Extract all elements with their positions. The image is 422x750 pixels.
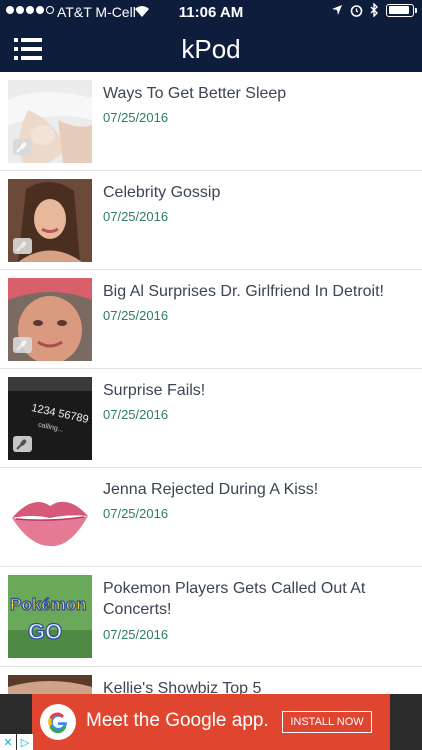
episode-date: 07/25/2016 <box>103 627 169 642</box>
episode-title: Pokemon Players Gets Called Out At Conce… <box>103 580 366 618</box>
episode-date: 07/25/2016 <box>103 506 169 521</box>
top-bar: AT&T M-Cell 11:06 AM kPod <box>0 0 422 72</box>
status-bar: AT&T M-Cell 11:06 AM <box>0 0 422 24</box>
episode-title: Kellie's Showbiz Top 5 <box>103 680 262 694</box>
ad-banner: Meet the Google app. INSTALL NOW ✕ ▷ <box>0 694 422 750</box>
google-logo-icon <box>40 704 76 740</box>
list-item[interactable]: Kellie's Showbiz Top 5 <box>0 667 422 694</box>
alarm-clock-icon <box>350 4 363 17</box>
list-item[interactable]: Celebrity Gossip 07/25/2016 <box>0 171 422 270</box>
ad-headline: Meet the Google app. <box>86 710 269 731</box>
episode-title: Ways To Get Better Sleep <box>103 85 287 102</box>
install-now-button[interactable]: INSTALL NOW <box>282 711 372 733</box>
episode-thumbnail <box>8 476 92 559</box>
audio-badge-icon <box>13 139 32 155</box>
episode-thumbnail <box>8 675 92 694</box>
episode-thumbnail <box>8 179 92 262</box>
episode-title: Celebrity Gossip <box>103 184 221 201</box>
list-item[interactable]: 1234 56789 calling... Surprise Fails! 07… <box>0 369 422 468</box>
game-logo-top-text: Pokémon <box>10 595 87 614</box>
game-logo-bottom-text: GO <box>28 619 62 644</box>
list-item[interactable]: Ways To Get Better Sleep 07/25/2016 <box>0 72 422 171</box>
install-button-label: INSTALL NOW <box>290 716 364 728</box>
episode-title: Big Al Surprises Dr. Girlfriend In Detro… <box>103 283 384 300</box>
episode-thumbnail <box>8 80 92 163</box>
episode-date: 07/25/2016 <box>103 110 169 125</box>
bluetooth-icon <box>370 3 378 17</box>
battery-icon <box>386 3 417 17</box>
ad-content[interactable]: Meet the Google app. INSTALL NOW <box>32 694 390 750</box>
location-arrow-icon <box>332 5 342 15</box>
audio-badge-icon <box>13 436 32 452</box>
ad-close-icon[interactable]: ✕ <box>0 734 16 750</box>
app-title: kPod <box>181 34 241 64</box>
episode-thumbnail <box>8 278 92 361</box>
ad-choices-icon[interactable]: ▷ <box>17 734 33 750</box>
list-item[interactable]: Big Al Surprises Dr. Girlfriend In Detro… <box>0 270 422 369</box>
episode-title: Surprise Fails! <box>103 382 206 399</box>
episode-title: Jenna Rejected During A Kiss! <box>103 481 319 498</box>
episode-thumbnail: 1234 56789 calling... <box>8 377 92 460</box>
episode-thumbnail: Pokémon GO <box>8 575 92 658</box>
list-item[interactable]: Jenna Rejected During A Kiss! 07/25/2016 <box>0 468 422 567</box>
episode-date: 07/25/2016 <box>103 209 169 224</box>
episode-date: 07/25/2016 <box>103 407 169 422</box>
episode-list[interactable]: Ways To Get Better Sleep 07/25/2016 Cele… <box>0 72 422 694</box>
episode-date: 07/25/2016 <box>103 308 169 323</box>
audio-badge-icon <box>13 238 32 254</box>
list-item[interactable]: Pokémon GO Pokemon Players Gets Called O… <box>0 567 422 667</box>
audio-badge-icon <box>13 337 32 353</box>
